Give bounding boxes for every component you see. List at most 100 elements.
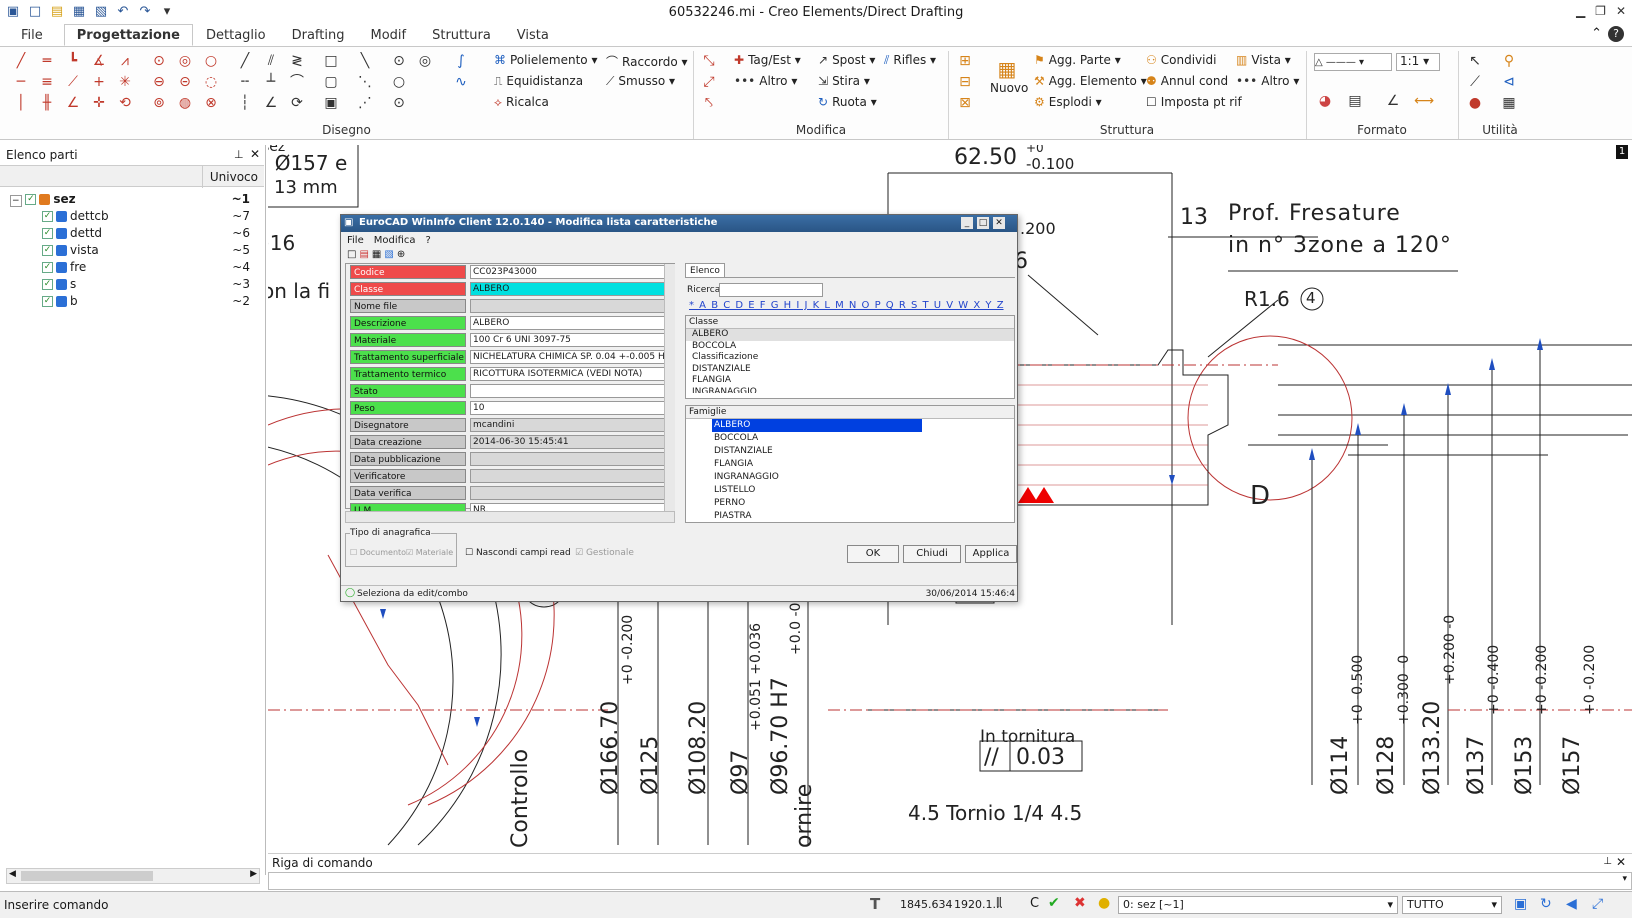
dialog-close-icon[interactable]: ✕	[993, 217, 1005, 229]
tree-item-b[interactable]: ✓ b ~2	[42, 294, 250, 310]
active-part-select[interactable]: 0: sez [~1] ▾	[1118, 896, 1398, 914]
tab-file[interactable]: File	[0, 24, 64, 46]
applica-button[interactable]: Applica	[965, 545, 1017, 563]
save-record-icon[interactable]: ▦	[372, 249, 381, 260]
imposta-pt-rif-button[interactable]: ☐ Imposta pt rif	[1146, 95, 1242, 109]
catch-toggle[interactable]: C	[1030, 896, 1039, 911]
checkbox-icon[interactable]: ✓	[42, 279, 53, 290]
perpendicular-icon[interactable]: ┗	[64, 53, 82, 69]
tangent-arc-icon[interactable]: ⟲	[116, 95, 134, 111]
tree-item-dettcb[interactable]: ✓ dettcb ~7	[42, 209, 250, 225]
classe-list[interactable]: Classe ALBERO BOCCOLA Classificazione DI…	[685, 315, 1015, 399]
ricalca-button[interactable]: ⟡ Ricalca	[494, 95, 549, 110]
line-icon[interactable]: ╱	[12, 53, 30, 69]
list-item[interactable]: PERNO	[686, 497, 1014, 510]
close-icon[interactable]: ✕	[1616, 4, 1626, 18]
select-arrow-icon[interactable]: ↖	[1466, 53, 1484, 69]
stira-button[interactable]: ⇲ Stira ▾	[818, 74, 870, 88]
construction-zigzag-icon[interactable]: ≷	[288, 53, 306, 69]
construction-horizontal-icon[interactable]: ╌	[236, 74, 254, 90]
dimension-style-icon[interactable]: ⟷	[1414, 93, 1434, 109]
circle-center-icon[interactable]: ⊙	[150, 53, 168, 69]
rectangle-icon[interactable]: □	[322, 53, 340, 69]
construction-parallel-icon[interactable]: ⫽	[262, 53, 280, 69]
grid-vscrollbar[interactable]	[664, 264, 675, 520]
bisector-icon[interactable]: ⩘	[116, 53, 134, 69]
text-style-icon[interactable]: ∠	[1384, 93, 1402, 109]
snap-icon[interactable]: ⟋	[1466, 74, 1484, 90]
minimize-icon[interactable]: ▁	[1576, 4, 1585, 18]
field-verificatore[interactable]	[470, 469, 666, 483]
esplodi-button[interactable]: ⚙ Esplodi ▾	[1034, 95, 1102, 109]
alphabet-filter[interactable]: * A B C D E F G H I J K L M N O P Q R S …	[689, 300, 1004, 311]
polielemento-button[interactable]: ⌘ Polielemento ▾	[494, 53, 598, 67]
field-classe[interactable]: ALBERO	[470, 282, 666, 296]
tree-item-sez[interactable]: − ✓ sez ~1	[10, 192, 250, 208]
ribbon-collapse-icon[interactable]: ⌃	[1591, 26, 1602, 42]
field-trattamento-termico[interactable]: RICOTTURA ISOTERMICA (VEDI NOTA)	[470, 367, 666, 381]
field-data-pubblicazione[interactable]	[470, 452, 666, 466]
structure-part-icon[interactable]: ⊠	[956, 95, 974, 111]
agg-elemento-button[interactable]: ⚒ Agg. Elemento ▾	[1034, 74, 1147, 88]
star-line-icon[interactable]: ✳	[116, 74, 134, 90]
command-pin-icon[interactable]: ⊥	[1603, 856, 1612, 867]
multi-line-icon[interactable]: ≡	[38, 74, 56, 90]
command-close-icon[interactable]: ✕	[1616, 855, 1626, 869]
circle-cross-icon[interactable]: ⊗	[202, 95, 220, 111]
grid-hscrollbar[interactable]	[345, 511, 675, 523]
field-nome-file[interactable]	[470, 299, 666, 313]
field-disegnatore[interactable]: mcandini	[470, 418, 666, 432]
field-stato[interactable]	[470, 384, 666, 398]
field-materiale[interactable]: 100 Cr 6 UNI 3097-75	[470, 333, 666, 347]
diagonal-line-icon[interactable]: ╲	[356, 53, 374, 69]
refresh-view-icon[interactable]: ↻	[1540, 896, 1552, 912]
list-item[interactable]: ALBERO	[686, 329, 1014, 341]
tree-item-dettd[interactable]: ✓ dettd ~6	[42, 226, 250, 242]
list-item[interactable]: FLANGIA	[686, 458, 1014, 471]
field-trattamento-superficiale[interactable]: NICHELATURA CHIMICA SP. 0.04 +-0.005 HV …	[470, 350, 666, 364]
altro-struttura-button[interactable]: ••• Altro ▾	[1236, 74, 1299, 88]
restore-icon[interactable]: ❐	[1595, 4, 1606, 18]
accept-icon[interactable]: ✔	[1048, 895, 1060, 911]
circle-construction-icon[interactable]: ⊙	[390, 53, 408, 69]
new-record-icon[interactable]: □	[347, 249, 356, 260]
panel-close-icon[interactable]: ✕	[250, 147, 260, 161]
tab-drafting[interactable]: Drafting	[279, 24, 358, 46]
erase-icon[interactable]: ●	[1466, 95, 1484, 111]
checkbox-icon[interactable]: ✓	[42, 245, 53, 256]
circle-tan2-icon[interactable]: ◍	[176, 95, 194, 111]
famiglie-list[interactable]: Famiglie ALBERO BOCCOLA DISTANZIALE FLAN…	[685, 405, 1015, 523]
condividi-button[interactable]: ⚇ Condividi	[1146, 53, 1216, 67]
rounded-rectangle-icon[interactable]: ▢	[322, 74, 340, 90]
structure-move-icon[interactable]: ⊟	[956, 74, 974, 90]
construction-arc-icon[interactable]: ⌒	[288, 74, 306, 90]
trim-icon[interactable]: ⤡	[700, 53, 718, 69]
list-item[interactable]: ALBERO	[686, 419, 1014, 432]
command-dropdown-icon[interactable]: ▾	[1622, 874, 1627, 884]
dialog-menu-file[interactable]: File	[347, 235, 364, 246]
scale-select[interactable]: 1:1 ▾	[1396, 53, 1440, 71]
hint-bulb-icon[interactable]: ●	[1098, 895, 1110, 911]
equidistanza-button[interactable]: ⎍ Equidistanza	[494, 74, 583, 89]
list-item[interactable]: INGRANAGGIO	[686, 471, 1014, 484]
construction-line-icon[interactable]: ╱	[236, 53, 254, 69]
copy-record-icon[interactable]: ▧	[384, 249, 393, 260]
list-item[interactable]: Classificazione	[686, 352, 1014, 364]
nuovo-button[interactable]: ▦ Nuovo	[990, 57, 1028, 95]
smusso-button[interactable]: ⟋ Smusso ▾	[606, 74, 675, 89]
list-item[interactable]: PIASTRA	[686, 510, 1014, 523]
dialog-menu-help[interactable]: ?	[426, 235, 431, 246]
center-cross-icon[interactable]: ✛	[90, 95, 108, 111]
circle-dotted-icon[interactable]: ⊙	[390, 95, 408, 111]
checkbox-icon[interactable]: ✓	[42, 211, 53, 222]
raccordo-button[interactable]: ⌒ Raccordo ▾	[606, 53, 688, 70]
spline-icon[interactable]: ∫	[452, 53, 470, 69]
dot-diagonal-icon[interactable]: ⋰	[356, 95, 374, 111]
checkbox-icon[interactable]: ✓	[42, 296, 53, 307]
line-type-select[interactable]: △ ——— ▾	[1314, 53, 1392, 71]
dialog-menu-modifica[interactable]: Modifica	[374, 235, 416, 246]
nascondi-checkbox[interactable]: ☐ Nascondi campi read	[465, 548, 571, 558]
field-descrizione[interactable]: ALBERO	[470, 316, 666, 330]
help-icon[interactable]: ?	[1608, 26, 1624, 42]
pin-icon[interactable]: ⊥	[234, 148, 244, 161]
